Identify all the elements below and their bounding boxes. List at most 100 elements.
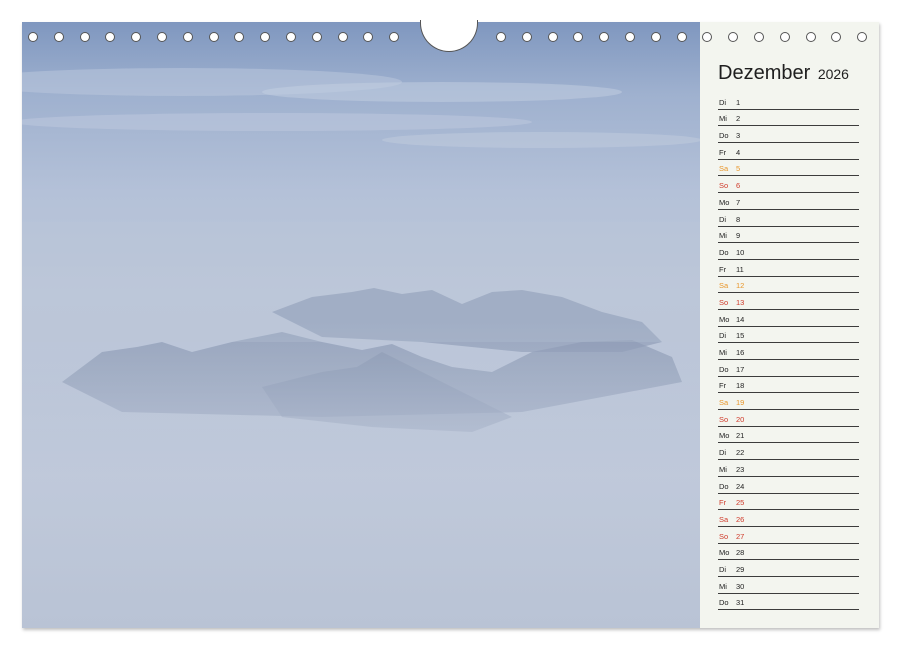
day-row: So 20 bbox=[718, 410, 859, 427]
day-number: 13 bbox=[736, 297, 745, 307]
binding-ring-icon bbox=[208, 32, 219, 42]
binding-ring-icon bbox=[363, 32, 374, 42]
day-row: Do 24 bbox=[718, 477, 859, 494]
day-number: 16 bbox=[736, 348, 745, 357]
day-number: 1 bbox=[736, 97, 741, 107]
day-row: Fr 18 bbox=[718, 377, 859, 394]
weekday-label: Mi bbox=[719, 348, 727, 357]
day-number: 17 bbox=[736, 364, 745, 374]
day-row: Mi 23 bbox=[718, 460, 859, 477]
day-number: 20 bbox=[736, 414, 745, 424]
day-row: Do 10 bbox=[718, 243, 859, 260]
weekday-label: Sa bbox=[719, 281, 729, 291]
weekday-label: Di bbox=[719, 214, 727, 224]
hanger-notch-icon bbox=[420, 20, 478, 52]
misty-mountains-image bbox=[22, 68, 700, 628]
weekday-label: Mo bbox=[719, 431, 730, 441]
binding-ring-icon bbox=[389, 32, 400, 42]
day-row: Mi 30 bbox=[718, 577, 859, 594]
day-row: Mi 16 bbox=[718, 343, 859, 360]
binding-ring-icon bbox=[286, 32, 296, 42]
day-row: Di 29 bbox=[718, 560, 859, 577]
binding-ring-icon bbox=[702, 32, 713, 42]
day-number: 18 bbox=[736, 381, 745, 391]
binding-ring-icon bbox=[337, 32, 348, 42]
binding-ring-icon bbox=[496, 32, 506, 42]
day-number: 3 bbox=[736, 131, 741, 141]
day-number: 11 bbox=[736, 264, 744, 274]
weekday-label: Mi bbox=[719, 114, 727, 124]
weekday-label: So bbox=[719, 297, 729, 307]
binding-ring-icon bbox=[676, 32, 687, 42]
day-row: Do 17 bbox=[718, 360, 859, 377]
weekday-label: Sa bbox=[719, 398, 729, 408]
weekday-label: Do bbox=[719, 598, 729, 608]
binding-ring-icon bbox=[547, 32, 558, 42]
binding-ring-icon bbox=[625, 32, 635, 42]
weekday-label: Mi bbox=[719, 231, 727, 241]
binding-ring-icon bbox=[311, 32, 322, 42]
day-row: Mo 14 bbox=[718, 310, 859, 327]
day-number: 8 bbox=[736, 214, 741, 224]
day-row: Di 22 bbox=[718, 443, 859, 461]
weekday-label: Mo bbox=[719, 314, 730, 324]
day-row: So 6 bbox=[718, 176, 859, 194]
day-row: Mo 21 bbox=[718, 427, 859, 444]
day-row: Mi 9 bbox=[718, 227, 859, 244]
day-row: Di 1 bbox=[718, 93, 859, 110]
binding-ring-icon bbox=[831, 32, 842, 42]
weekday-label: Mo bbox=[719, 548, 730, 558]
binding-ring-icon bbox=[157, 32, 167, 42]
binding-ring-icon bbox=[28, 32, 38, 42]
weekday-label: Sa bbox=[719, 514, 729, 524]
day-row: So 13 bbox=[718, 293, 859, 310]
binding-ring-icon bbox=[754, 32, 764, 42]
binding-ring-icon bbox=[728, 32, 739, 42]
weekday-label: Di bbox=[719, 448, 727, 458]
binding-ring-icon bbox=[131, 32, 142, 42]
weekday-label: Mi bbox=[719, 581, 727, 591]
weekday-label: Sa bbox=[719, 164, 729, 174]
binding-ring-icon bbox=[521, 32, 532, 42]
binding-ring-icon bbox=[105, 32, 116, 42]
binding-ring-icon bbox=[53, 32, 64, 42]
binding-ring-icon bbox=[79, 32, 90, 42]
day-number: 4 bbox=[736, 147, 741, 157]
day-row: Di 15 bbox=[718, 327, 859, 344]
day-row: So 27 bbox=[718, 527, 859, 544]
weekday-label: Do bbox=[719, 481, 729, 491]
day-number: 24 bbox=[736, 481, 745, 491]
weekday-label: Fr bbox=[719, 498, 727, 508]
binding-ring-icon bbox=[779, 32, 790, 42]
weekday-label: So bbox=[719, 531, 729, 541]
day-number: 6 bbox=[736, 181, 741, 191]
binding-ring-icon bbox=[234, 32, 245, 42]
day-number: 25 bbox=[736, 498, 745, 508]
day-number: 5 bbox=[736, 164, 741, 174]
weekday-label: So bbox=[719, 181, 729, 191]
binding-ring-icon bbox=[573, 32, 584, 42]
weekday-label: Mi bbox=[719, 464, 727, 474]
binding-ring-icon bbox=[182, 32, 193, 42]
day-number: 30 bbox=[736, 581, 745, 591]
day-row: Do 31 bbox=[718, 594, 859, 611]
day-number: 27 bbox=[736, 531, 745, 541]
day-number: 28 bbox=[736, 548, 745, 558]
weekday-label: Di bbox=[719, 331, 727, 341]
weekday-label: So bbox=[719, 414, 729, 424]
day-number: 19 bbox=[736, 398, 745, 408]
weekday-label: Mo bbox=[719, 197, 730, 207]
weekday-label: Fr bbox=[719, 147, 727, 157]
calendar-sidebar: Dezember 2026 Di 1 Mi 2 Do 3 Fr 4 Sa 5 So 6 Mo 7 Di 8 Mi… bbox=[700, 22, 879, 628]
day-row: Mo 7 bbox=[718, 193, 859, 210]
weekday-label: Fr bbox=[719, 264, 727, 274]
binding-ring-icon bbox=[650, 32, 661, 42]
day-row: Mi 2 bbox=[718, 110, 859, 127]
day-number: 10 bbox=[736, 247, 745, 257]
weekday-label: Do bbox=[719, 247, 729, 257]
weekday-label: Di bbox=[719, 97, 727, 107]
day-number: 29 bbox=[736, 564, 745, 574]
day-number: 7 bbox=[736, 197, 741, 207]
day-row: Fr 25 bbox=[718, 494, 859, 511]
day-row: Sa 26 bbox=[718, 510, 859, 527]
